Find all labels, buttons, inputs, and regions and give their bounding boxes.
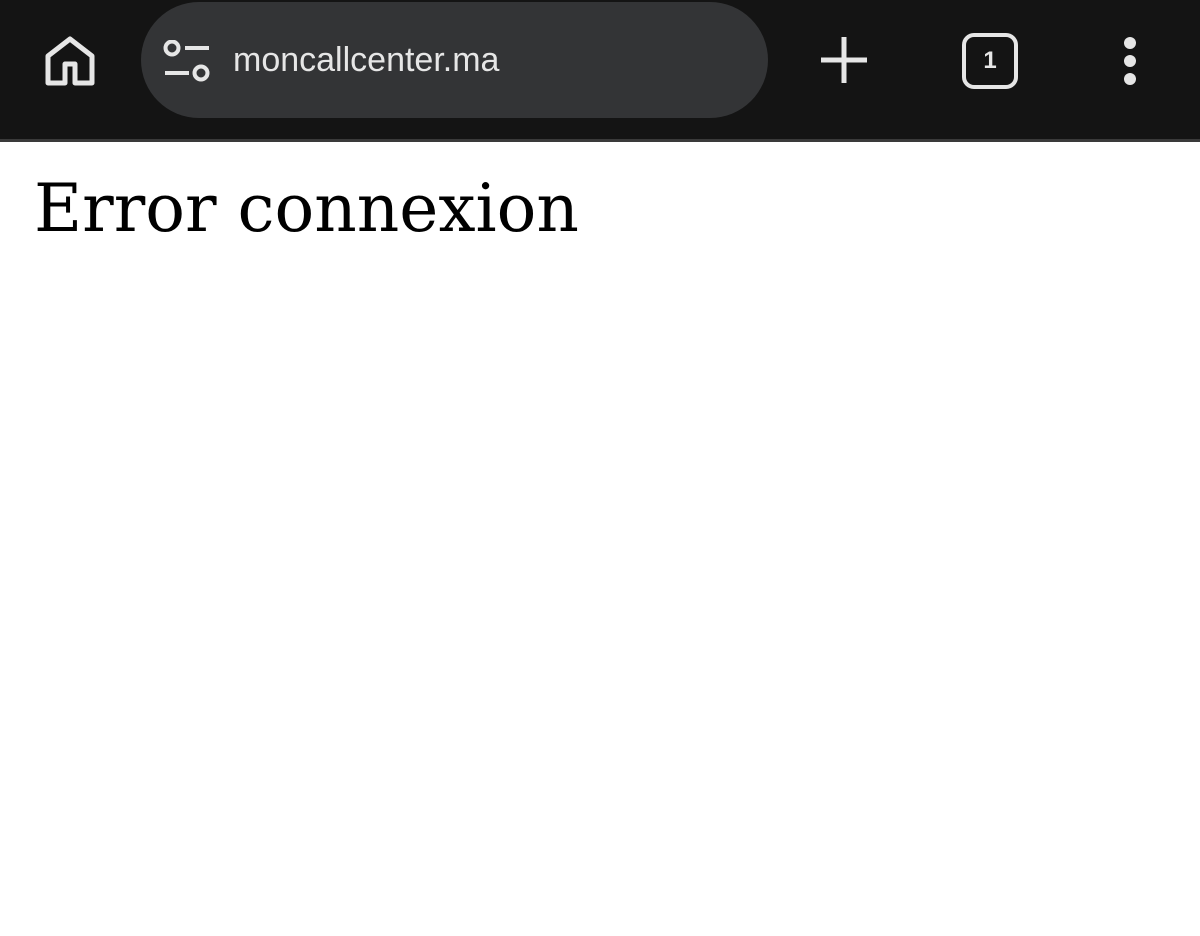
page-content: Error connexion bbox=[0, 145, 1200, 936]
error-message: Error connexion bbox=[34, 170, 579, 247]
new-tab-button[interactable] bbox=[812, 28, 876, 92]
tab-switcher-button[interactable]: 1 bbox=[962, 33, 1018, 89]
more-vert-icon bbox=[1124, 37, 1136, 85]
home-button[interactable] bbox=[36, 27, 104, 95]
address-bar[interactable]: moncallcenter.ma bbox=[141, 2, 768, 118]
browser-toolbar: moncallcenter.ma 1 bbox=[0, 0, 1200, 142]
overflow-menu-button[interactable] bbox=[1106, 28, 1154, 94]
home-icon bbox=[45, 36, 95, 86]
url-text[interactable]: moncallcenter.ma bbox=[233, 2, 499, 118]
plus-icon bbox=[821, 37, 867, 83]
tab-count: 1 bbox=[983, 47, 997, 74]
tune-icon[interactable] bbox=[163, 40, 211, 82]
